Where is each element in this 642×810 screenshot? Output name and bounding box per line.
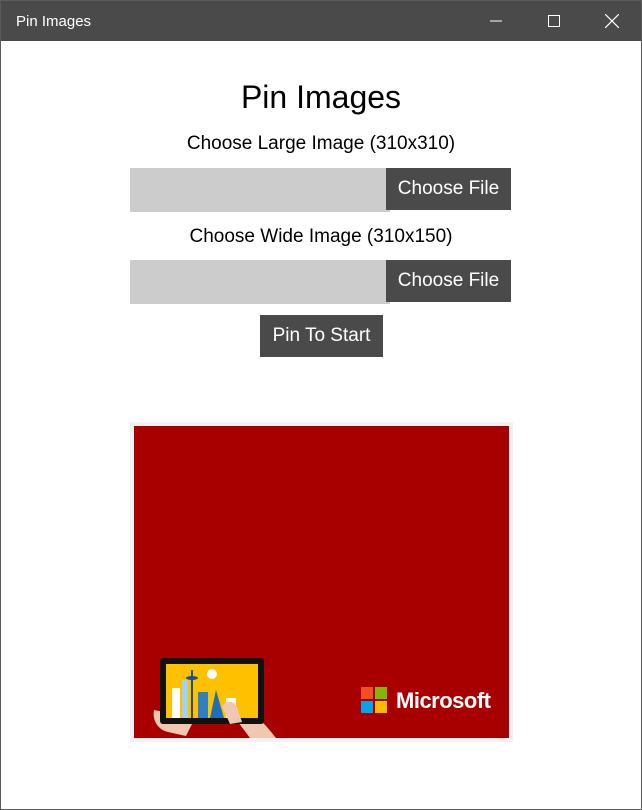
tile-preview-image: Microsoft (134, 426, 509, 738)
minimize-button[interactable] (473, 1, 519, 41)
large-image-picker: Choose File (130, 168, 511, 212)
wide-image-picker: Choose File (130, 260, 511, 304)
choose-large-file-button[interactable]: Choose File (386, 168, 511, 210)
tablet-city-illustration-icon (153, 658, 276, 738)
large-image-path-field[interactable] (130, 168, 390, 212)
close-button[interactable] (589, 1, 635, 41)
microsoft-logo-icon (361, 687, 387, 713)
maximize-icon (548, 15, 560, 27)
page-title: Pin Images (240, 79, 402, 115)
wide-image-label: Choose Wide Image (310x150) (189, 226, 453, 247)
close-icon (605, 14, 619, 28)
maximize-button[interactable] (531, 1, 577, 41)
pin-to-start-button[interactable]: Pin To Start (260, 315, 383, 357)
title-bar[interactable]: Pin Images (1, 1, 641, 41)
microsoft-brand-text: Microsoft (396, 688, 491, 713)
app-window: Pin Images Pin Images Choose Large Image… (0, 0, 642, 810)
tile-preview-frame: Microsoft (130, 422, 513, 742)
large-image-label: Choose Large Image (310x310) (186, 133, 456, 154)
minimize-icon (490, 20, 502, 22)
wide-image-path-field[interactable] (130, 260, 390, 304)
choose-wide-file-button[interactable]: Choose File (386, 260, 511, 302)
window-title: Pin Images (16, 13, 92, 30)
